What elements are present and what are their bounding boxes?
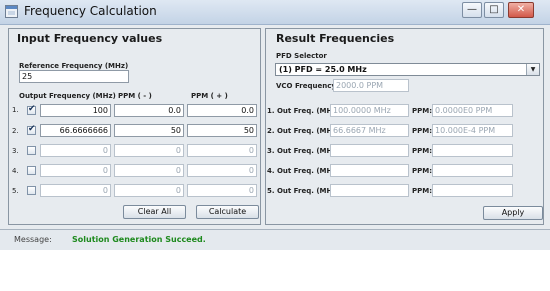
maximize-button[interactable]: □ (484, 2, 504, 18)
ppm-4-output (432, 164, 513, 177)
status-bar: Message: Solution Generation Succeed. (0, 230, 550, 250)
output-2-frequency-input[interactable]: 66.6666666 (40, 124, 111, 137)
out-freq-4-output (330, 164, 409, 177)
vco-frequency-output: 2000.0 PPM (333, 79, 409, 92)
vco-frequency-label: VCO Frequency: (276, 82, 339, 90)
output-3-ppm-plus-input[interactable]: 0 (187, 144, 257, 157)
output-3-checkbox[interactable] (27, 146, 36, 155)
result-panel-title: Result Frequencies (276, 32, 395, 45)
output-5-ppm-minus-input[interactable]: 0 (114, 184, 184, 197)
ppm-minus-column-header: PPM ( - ) (118, 92, 152, 100)
output-2-checkbox[interactable]: ✔ (27, 124, 36, 135)
output-1-frequency-input[interactable]: 100 (40, 104, 111, 117)
out-freq-3-output (330, 144, 409, 157)
title-bar[interactable]: Frequency Calculation — □ ✕ (0, 0, 550, 25)
output-5-ppm-plus-input[interactable]: 0 (187, 184, 257, 197)
ppm-3-output (432, 144, 513, 157)
pfd-selected-value: (1) PFD = 25.0 MHz (279, 65, 367, 74)
output-3-frequency-input[interactable]: 0 (40, 144, 111, 157)
reference-frequency-label: Reference Frequency (MHz) (19, 62, 129, 70)
apply-button[interactable]: Apply (483, 206, 543, 220)
close-button[interactable]: ✕ (508, 2, 534, 18)
row-number: 1. (12, 106, 19, 114)
output-1-ppm-plus-input[interactable]: 0.0 (187, 104, 257, 117)
output-frequency-column-header: Output Frequency (MHz) (19, 92, 116, 100)
close-icon: ✕ (516, 4, 526, 15)
pfd-selector-dropdown[interactable]: (1) PFD = 25.0 MHz ▼ (275, 63, 540, 76)
maximize-icon: □ (489, 4, 499, 15)
output-3-ppm-minus-input[interactable]: 0 (114, 144, 184, 157)
ppm-label: PPM: (412, 187, 433, 195)
output-4-ppm-minus-input[interactable]: 0 (114, 164, 184, 177)
row-number: 3. (12, 147, 19, 155)
window-title: Frequency Calculation (24, 4, 157, 18)
reference-frequency-input[interactable]: 25 (19, 70, 129, 83)
ppm-2-output: 10.000E-4 PPM (432, 124, 513, 137)
minimize-icon: — (467, 4, 477, 15)
row-number: 4. (12, 167, 19, 175)
output-4-frequency-input[interactable]: 0 (40, 164, 111, 177)
minimize-button[interactable]: — (462, 2, 482, 18)
input-panel-title: Input Frequency values (17, 32, 163, 45)
ppm-label: PPM: (412, 167, 433, 175)
output-4-checkbox[interactable] (27, 166, 36, 175)
row-number: 5. (12, 187, 19, 195)
app-window: Frequency Calculation — □ ✕ Input Freque… (0, 0, 550, 250)
ppm-5-output (432, 184, 513, 197)
output-4-ppm-plus-input[interactable]: 0 (187, 164, 257, 177)
out-freq-5-output (330, 184, 409, 197)
clear-all-button[interactable]: Clear All (123, 205, 186, 219)
output-1-checkbox[interactable]: ✔ (27, 104, 36, 115)
check-mark-icon: ✔ (28, 124, 36, 134)
ppm-plus-column-header: PPM ( + ) (191, 92, 228, 100)
output-1-ppm-minus-input[interactable]: 0.0 (114, 104, 184, 117)
check-mark-icon: ✔ (28, 104, 36, 114)
app-window-icon (5, 5, 18, 18)
output-2-ppm-minus-input[interactable]: 50 (114, 124, 184, 137)
out-freq-2-output: 66.6667 MHz (330, 124, 409, 137)
output-5-frequency-input[interactable]: 0 (40, 184, 111, 197)
ppm-label: PPM: (412, 147, 433, 155)
chevron-down-icon[interactable]: ▼ (526, 64, 539, 75)
out-freq-1-output: 100.0000 MHz (330, 104, 409, 117)
output-5-checkbox[interactable] (27, 186, 36, 195)
status-message: Solution Generation Succeed. (72, 235, 206, 244)
ppm-label: PPM: (412, 107, 433, 115)
pfd-selector-label: PFD Selector (276, 52, 327, 60)
output-2-ppm-plus-input[interactable]: 50 (187, 124, 257, 137)
ppm-label: PPM: (412, 127, 433, 135)
ppm-1-output: 0.0000E0 PPM (432, 104, 513, 117)
message-label: Message: (14, 235, 52, 244)
row-number: 2. (12, 127, 19, 135)
calculate-button[interactable]: Calculate (196, 205, 259, 219)
